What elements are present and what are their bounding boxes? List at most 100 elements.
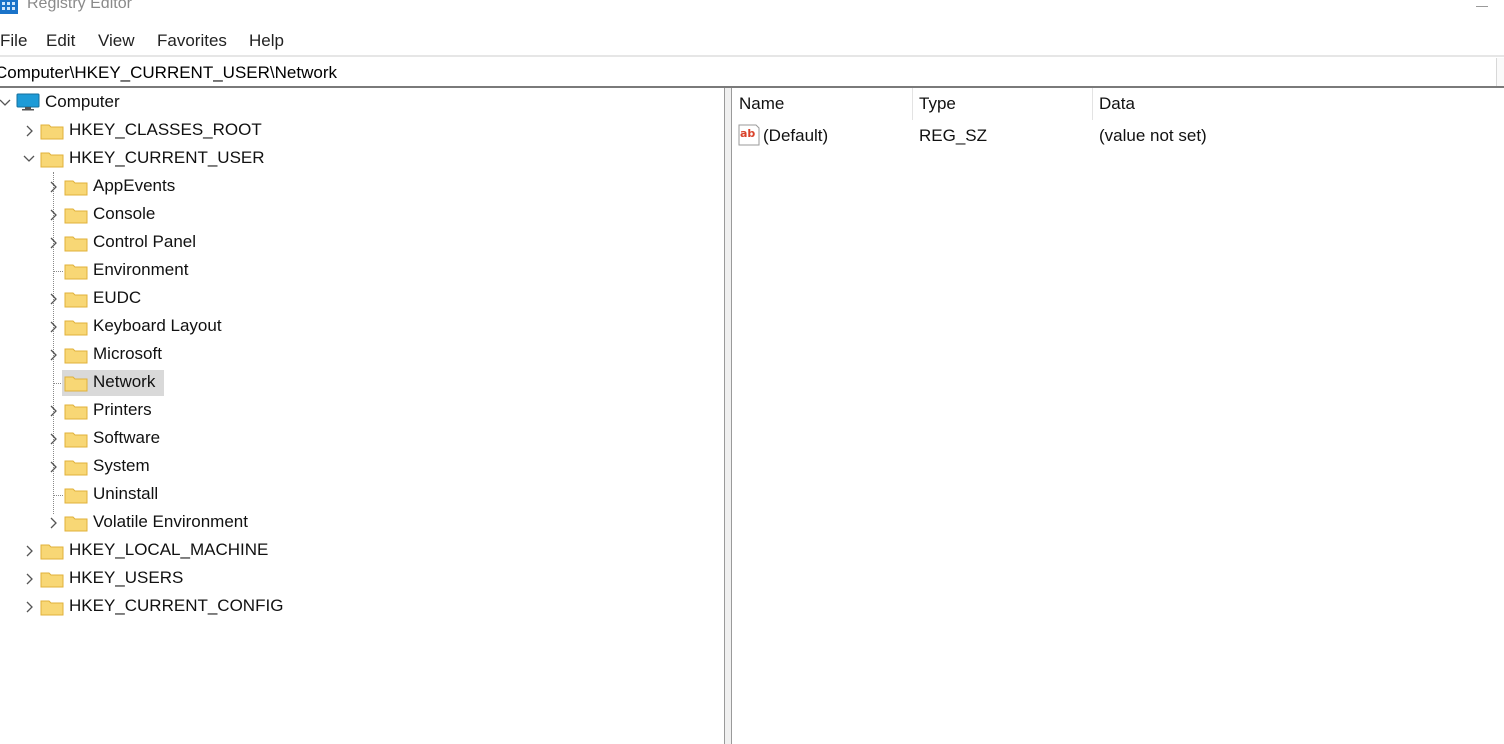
chevron-right-icon[interactable] [46, 404, 60, 418]
tree-label: Network [91, 372, 158, 392]
column-header-type[interactable]: Type [919, 94, 956, 114]
chevron-right-icon[interactable] [22, 572, 36, 586]
folder-icon [64, 432, 88, 448]
tree-label: Microsoft [93, 344, 162, 363]
tree-label: Console [93, 204, 156, 223]
tree-label: Computer [45, 92, 120, 111]
menu-favorites[interactable]: Favorites [157, 31, 227, 51]
tree-node-keyboard-layout[interactable]: Keyboard Layout [0, 314, 400, 340]
tree-node-hkey-classes-root[interactable]: HKEY_CLASSES_ROOT [0, 118, 400, 144]
menu-edit[interactable]: Edit [46, 31, 75, 51]
tree-node-software[interactable]: Software [0, 426, 400, 452]
value-data: (value not set) [1099, 126, 1207, 145]
address-path[interactable]: Computer\HKEY_CURRENT_USER\Network [0, 63, 337, 83]
chevron-right-icon[interactable] [46, 292, 60, 306]
folder-icon [64, 460, 88, 476]
tree-label: Environment [93, 260, 189, 279]
tree-node-console[interactable]: Console [0, 202, 400, 228]
values-list[interactable]: Name Type Data ab (Default) REG_SZ (valu… [732, 88, 1504, 744]
pane-splitter[interactable] [724, 88, 732, 744]
tree-node-eudc[interactable]: EUDC [0, 286, 400, 312]
folder-icon [64, 264, 88, 280]
folder-icon [64, 292, 88, 308]
tree-node-volatile-environment[interactable]: Volatile Environment [0, 510, 400, 536]
tree-node-appevents[interactable]: AppEvents [0, 174, 400, 200]
menu-help[interactable]: Help [249, 31, 284, 51]
tree-connector [54, 271, 63, 273]
title-bar: Registry Editor [0, 0, 1504, 22]
chevron-right-icon[interactable] [22, 124, 36, 138]
folder-icon [40, 544, 64, 560]
tree-node-hkey-local-machine[interactable]: HKEY_LOCAL_MACHINE [0, 538, 400, 564]
folder-icon [40, 600, 64, 616]
tree-node-hkey-current-user[interactable]: HKEY_CURRENT_USER [0, 146, 400, 172]
chevron-down-icon[interactable] [22, 152, 36, 166]
minimize-button[interactable] [1472, 4, 1492, 12]
window-title: Registry Editor [27, 0, 132, 12]
column-divider[interactable] [912, 88, 913, 120]
tree-node-printers[interactable]: Printers [0, 398, 400, 424]
tree-label: System [93, 456, 150, 475]
tree-node-microsoft[interactable]: Microsoft [0, 342, 400, 368]
chevron-right-icon[interactable] [22, 600, 36, 614]
tree-label: HKEY_LOCAL_MACHINE [69, 540, 269, 559]
tree-node-hkey-users[interactable]: HKEY_USERS [0, 566, 400, 592]
chevron-right-icon[interactable] [46, 516, 60, 530]
column-header-data[interactable]: Data [1099, 94, 1135, 114]
chevron-right-icon[interactable] [46, 348, 60, 362]
tree-node-system[interactable]: System [0, 454, 400, 480]
svg-text:ab: ab [740, 127, 755, 140]
folder-icon [64, 320, 88, 336]
tree-node-computer[interactable]: Computer [0, 90, 300, 116]
tree-label: Keyboard Layout [93, 316, 222, 335]
folder-icon [64, 348, 88, 364]
folder-icon [64, 404, 88, 420]
string-value-icon: ab [738, 124, 760, 146]
tree-label: HKEY_USERS [69, 568, 184, 587]
chevron-right-icon[interactable] [46, 208, 60, 222]
tree-node-uninstall[interactable]: Uninstall [0, 482, 400, 508]
folder-icon [64, 208, 88, 224]
folder-icon [40, 124, 64, 140]
chevron-right-icon[interactable] [46, 460, 60, 474]
folder-icon [64, 180, 88, 196]
folder-icon [64, 488, 88, 504]
tree-label: Software [93, 428, 161, 447]
tree-label: Uninstall [93, 484, 159, 503]
chevron-right-icon[interactable] [46, 236, 60, 250]
chevron-down-icon[interactable] [0, 96, 12, 110]
tree-label: Control Panel [93, 232, 197, 251]
tree-node-network[interactable]: Network [0, 370, 400, 396]
chevron-right-icon[interactable] [46, 180, 60, 194]
computer-icon [16, 93, 40, 111]
value-name: (Default) [763, 126, 829, 145]
tree-label: HKEY_CLASSES_ROOT [69, 120, 262, 139]
registry-editor-icon [0, 0, 18, 14]
address-bar[interactable]: Computer\HKEY_CURRENT_USER\Network [0, 58, 1504, 86]
menu-file[interactable]: File [0, 31, 27, 51]
column-divider[interactable] [1092, 88, 1093, 120]
chevron-right-icon[interactable] [46, 320, 60, 334]
chevron-right-icon[interactable] [22, 544, 36, 558]
tree-node-hkey-current-config[interactable]: HKEY_CURRENT_CONFIG [0, 594, 400, 620]
tree-label: HKEY_CURRENT_USER [69, 148, 265, 167]
tree-label: Volatile Environment [93, 512, 248, 531]
key-tree[interactable]: Computer HKEY_CLASSES_ROOT HKEY_CURRENT_… [0, 88, 724, 744]
tree-node-control-panel[interactable]: Control Panel [0, 230, 400, 256]
value-type: REG_SZ [919, 126, 988, 145]
tree-node-environment[interactable]: Environment [0, 258, 400, 284]
table-row[interactable]: ab (Default) REG_SZ (value not set) [732, 122, 1504, 148]
folder-icon [40, 152, 64, 168]
folder-icon [64, 376, 88, 392]
column-header-name[interactable]: Name [739, 94, 784, 114]
chevron-right-icon[interactable] [46, 432, 60, 446]
folder-icon [64, 516, 88, 532]
tree-label: Printers [93, 400, 152, 419]
tree-label: HKEY_CURRENT_CONFIG [69, 596, 284, 615]
address-scrollbar[interactable] [1496, 58, 1504, 86]
menu-divider [0, 55, 1504, 57]
tree-connector [54, 495, 63, 497]
folder-icon [64, 236, 88, 252]
tree-label: EUDC [93, 288, 142, 307]
menu-view[interactable]: View [98, 31, 135, 51]
